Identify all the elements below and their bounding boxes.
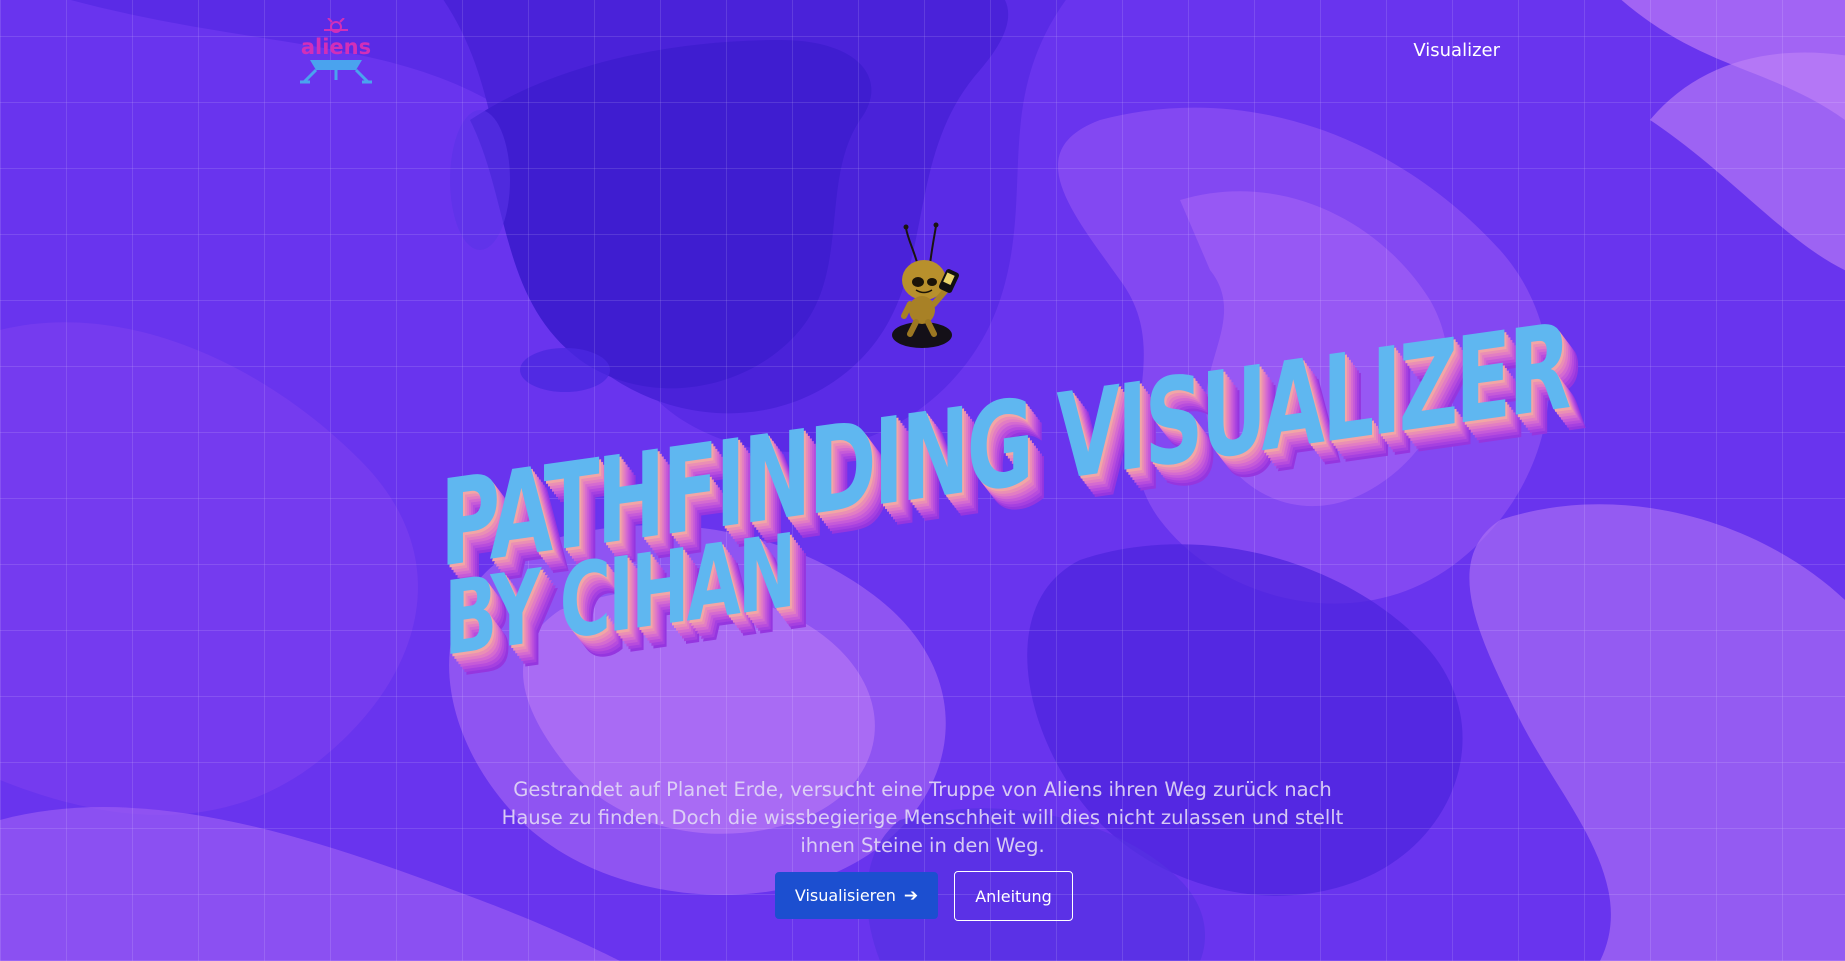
landing-page: aliens Visualizer PATHFINDING VISUALIZER… xyxy=(0,0,1845,961)
visualize-button-label: Visualisieren xyxy=(794,886,896,905)
instructions-button-label: Anleitung xyxy=(975,886,1052,906)
visualize-button[interactable]: Visualisieren ➔ xyxy=(775,872,938,919)
svg-text:aliens: aliens xyxy=(301,35,371,59)
hero-description: Gestrandet auf Planet Erde, versucht ein… xyxy=(501,777,1344,857)
arrow-right-icon: ➔ xyxy=(903,885,919,906)
aliens-logo[interactable]: aliens xyxy=(292,18,380,86)
instructions-button[interactable]: Anleitung xyxy=(954,871,1073,921)
navbar: aliens Visualizer xyxy=(0,0,1845,100)
nav-link-visualizer[interactable]: Visualizer xyxy=(1413,40,1500,61)
